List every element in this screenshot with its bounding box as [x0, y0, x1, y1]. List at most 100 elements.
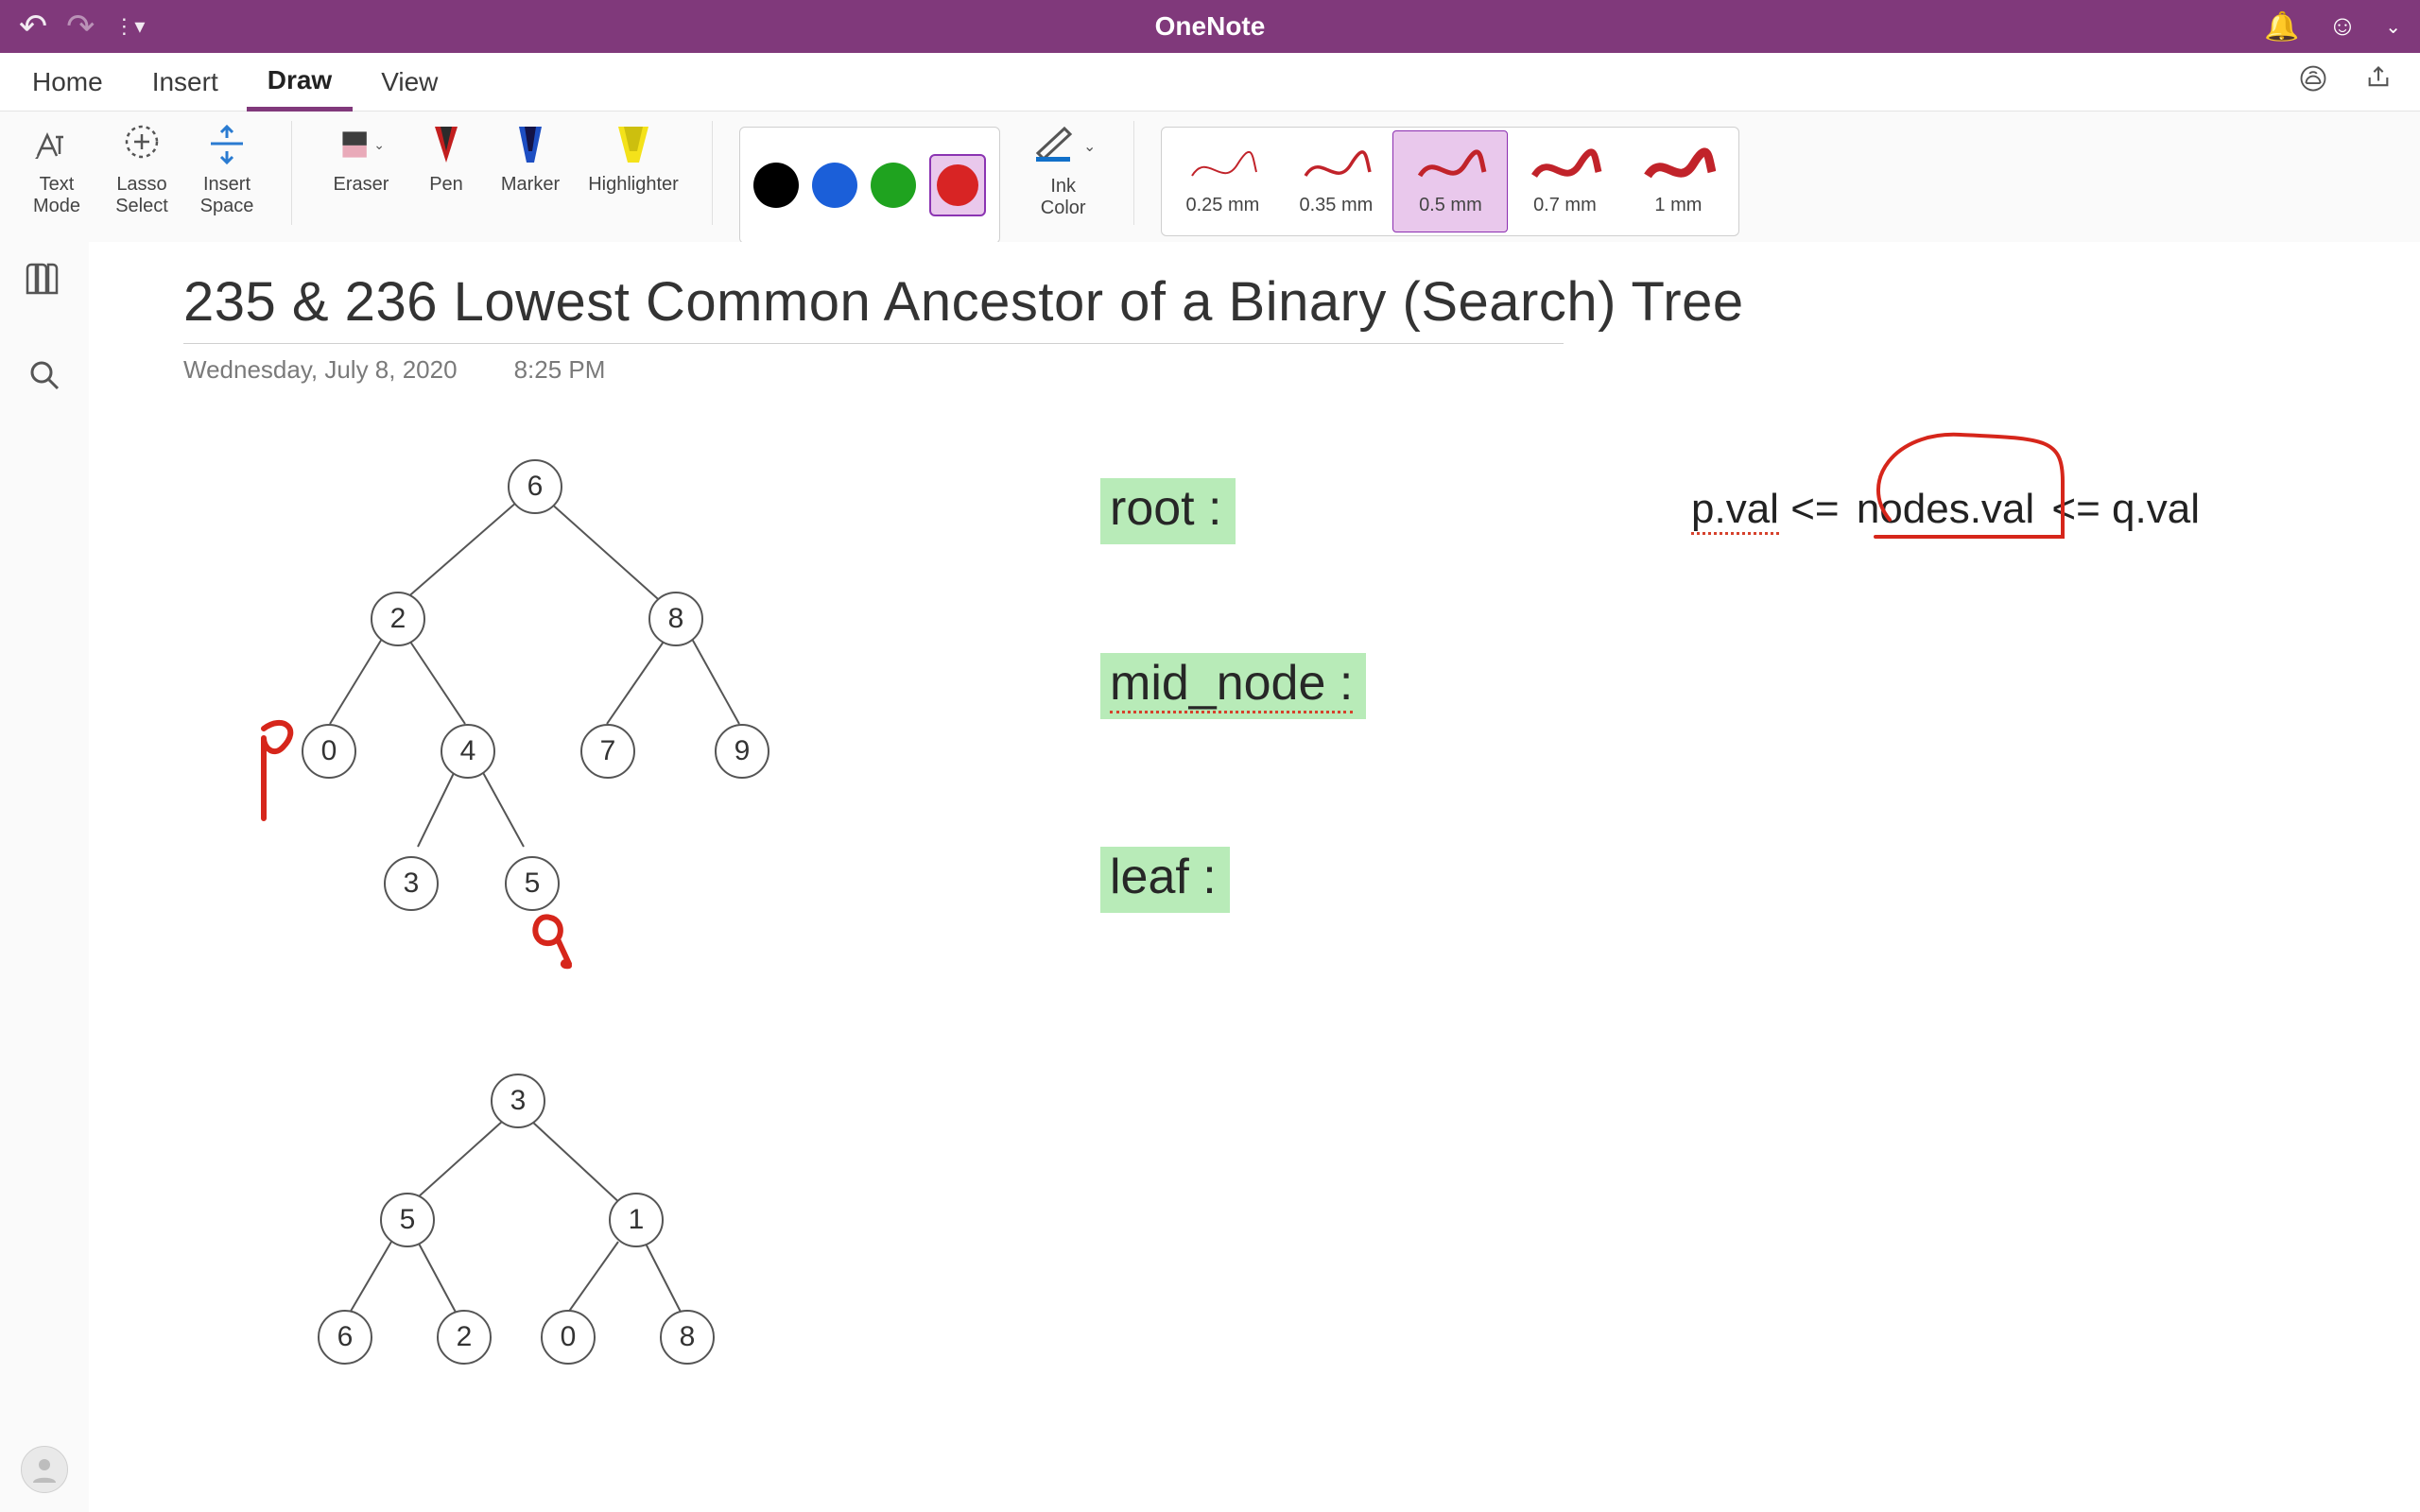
lasso-icon	[118, 121, 165, 168]
ink-color-button[interactable]: ⌄ Ink Color	[1019, 121, 1107, 221]
formula-nodesval: nodes.val	[1851, 486, 2040, 532]
feedback-dropdown-icon[interactable]: ⌄	[2385, 15, 2401, 39]
tab-insert[interactable]: Insert	[131, 54, 239, 109]
page-date[interactable]: Wednesday, July 8, 2020	[183, 355, 458, 385]
ribbon-group-pens: ⌄ Eraser Pen Marker Highlighter	[319, 121, 685, 196]
ink-p-annotation	[250, 714, 316, 828]
ink-color-label-2: Color	[1041, 198, 1086, 219]
tab-draw[interactable]: Draw	[247, 52, 353, 112]
notebooks-icon[interactable]	[26, 261, 63, 307]
title-divider	[183, 343, 1564, 344]
highlighter-button[interactable]: Highlighter	[581, 121, 685, 196]
lasso-label-2: Select	[115, 196, 168, 217]
customize-quick-access-icon[interactable]: ⋮▾	[113, 14, 145, 39]
chevron-down-icon: ⌄	[1083, 137, 1096, 156]
tree2-node-8: 8	[660, 1310, 715, 1365]
swatch-red-selected[interactable]	[929, 154, 986, 216]
tree2-node-0: 0	[541, 1310, 596, 1365]
ribbon-group-modes: Text Mode Lasso Select Insert Space	[19, 121, 265, 217]
insert-space-button[interactable]: Insert Space	[189, 121, 265, 217]
highlighter-label: Highlighter	[588, 174, 679, 196]
formula-le1: <=	[1790, 486, 1839, 532]
text-mode-label-1: Text	[40, 174, 75, 196]
formula-pval: p.val	[1691, 486, 1779, 535]
ribbon: Text Mode Lasso Select Insert Space ⌄ Er…	[0, 111, 2420, 254]
user-avatar[interactable]	[21, 1446, 68, 1493]
stroke-0-5-selected[interactable]: 0.5 mm	[1392, 130, 1508, 232]
marker-button[interactable]: Marker	[489, 121, 572, 196]
left-rail	[0, 242, 90, 1512]
ink-q-annotation	[522, 903, 588, 979]
ink-color-icon	[1030, 123, 1080, 170]
swatch-blue[interactable]	[812, 163, 857, 208]
ink-color-label-1: Ink	[1050, 176, 1076, 198]
sync-status-icon[interactable]	[2299, 64, 2327, 99]
note-canvas[interactable]: 6 2 8 0 4 7 9 3 5 3 5 1 6	[155, 403, 2420, 1512]
tree1-node-7: 7	[580, 724, 635, 779]
page-meta: Wednesday, July 8, 2020 8:25 PM	[183, 355, 2325, 385]
swatch-green[interactable]	[871, 163, 916, 208]
page-title[interactable]: 235 & 236 Lowest Common Ancestor of a Bi…	[183, 270, 2325, 334]
tree2-node-5: 5	[380, 1193, 435, 1247]
page-time[interactable]: 8:25 PM	[514, 355, 606, 385]
redo-icon[interactable]: ↷	[66, 7, 95, 46]
stroke-0-25[interactable]: 0.25 mm	[1166, 131, 1279, 232]
insert-space-label-1: Insert	[203, 174, 251, 196]
stroke-1[interactable]: 1 mm	[1621, 131, 1735, 232]
page-canvas[interactable]: 235 & 236 Lowest Common Ancestor of a Bi…	[89, 242, 2420, 1512]
stroke-0-35[interactable]: 0.35 mm	[1279, 131, 1392, 232]
stroke-label: 0.25 mm	[1186, 195, 1260, 216]
eraser-icon: ⌄	[337, 121, 385, 168]
pen-label: Pen	[429, 174, 463, 196]
formula[interactable]: p.val <= nodes.val <= q.val	[1691, 486, 2200, 533]
pen-icon	[423, 121, 470, 168]
app-title: OneNote	[1155, 11, 1266, 42]
stroke-width-group: 0.25 mm 0.35 mm 0.5 mm 0.7 mm 1 mm	[1161, 127, 1739, 236]
feedback-smile-icon[interactable]: ☺	[2328, 10, 2358, 43]
pen-button[interactable]: Pen	[413, 121, 479, 196]
text-mode-icon	[33, 121, 80, 168]
tree1-edges	[155, 403, 817, 894]
swatch-black[interactable]	[753, 163, 799, 208]
notifications-icon[interactable]: 🔔	[2264, 10, 2299, 43]
share-icon[interactable]	[2365, 64, 2392, 99]
label-root[interactable]: root :	[1100, 478, 1236, 544]
tree1-node-4: 4	[441, 724, 495, 779]
stroke-0-7[interactable]: 0.7 mm	[1508, 131, 1621, 232]
ink-swatches	[739, 127, 1000, 244]
tree1-node-5: 5	[505, 856, 560, 911]
stroke-label: 0.35 mm	[1300, 195, 1374, 216]
stroke-label: 0.7 mm	[1533, 195, 1597, 216]
tree1-node-2: 2	[371, 592, 425, 646]
text-mode-button[interactable]: Text Mode	[19, 121, 95, 217]
search-icon[interactable]	[27, 358, 61, 401]
ribbon-tabs: Home Insert Draw View	[0, 53, 2420, 111]
tree2-node-2: 2	[437, 1310, 492, 1365]
tree2-node-1: 1	[609, 1193, 664, 1247]
eraser-label: Eraser	[334, 174, 389, 196]
marker-icon	[507, 121, 554, 168]
label-mid-node[interactable]: mid_node :	[1100, 653, 1366, 719]
formula-le2: <= q.val	[2051, 486, 2200, 532]
tree2-node-3: 3	[491, 1074, 545, 1128]
tree1-node-8: 8	[648, 592, 703, 646]
tree2-node-6: 6	[318, 1310, 372, 1365]
tree1-node-6: 6	[508, 459, 562, 514]
insert-space-label-2: Space	[200, 196, 254, 217]
text-mode-label-2: Mode	[33, 196, 80, 217]
marker-label: Marker	[501, 174, 560, 196]
label-leaf[interactable]: leaf :	[1100, 847, 1230, 913]
tree1-node-3: 3	[384, 856, 439, 911]
lasso-label-1: Lasso	[116, 174, 166, 196]
eraser-button[interactable]: ⌄ Eraser	[319, 121, 404, 196]
lasso-select-button[interactable]: Lasso Select	[104, 121, 180, 217]
highlighter-icon	[610, 121, 657, 168]
tree1-node-9: 9	[715, 724, 769, 779]
tree2-edges	[155, 1074, 817, 1452]
ribbon-divider	[712, 121, 713, 225]
stroke-label: 1 mm	[1654, 195, 1702, 216]
label-mid-text: mid_node :	[1110, 656, 1353, 713]
tab-view[interactable]: View	[360, 54, 458, 109]
tab-home[interactable]: Home	[11, 54, 124, 109]
undo-icon[interactable]: ↶	[19, 7, 47, 46]
